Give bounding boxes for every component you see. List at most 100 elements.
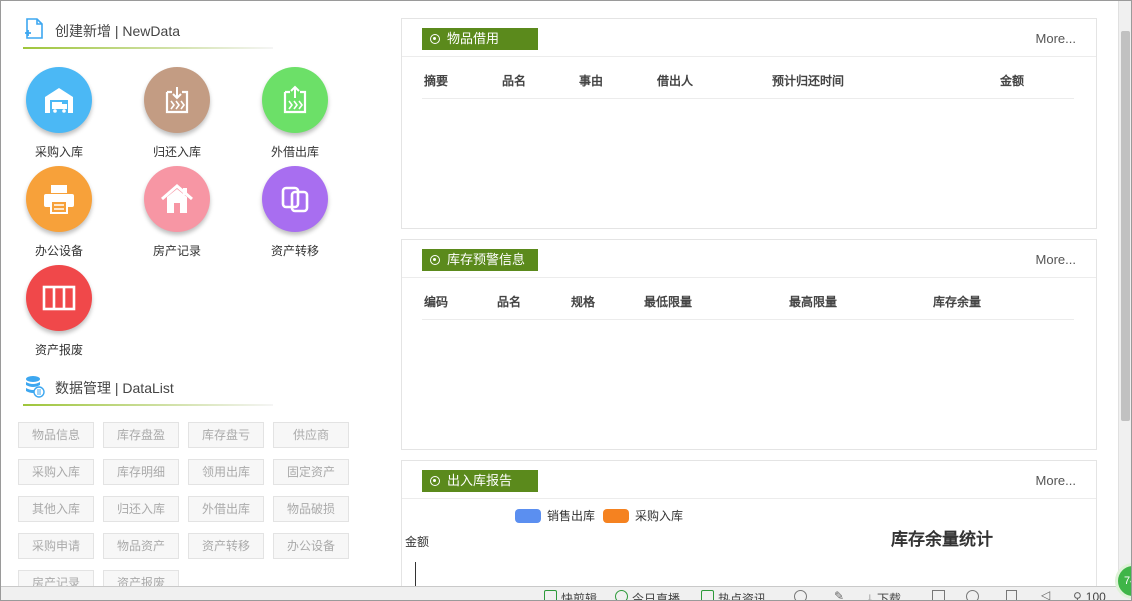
- hot-news-button[interactable]: 热点资讯: [701, 590, 766, 600]
- tile-label: 归还入库: [152, 145, 201, 159]
- tile-return-in[interactable]: 归还入库: [122, 67, 232, 163]
- data-list-button[interactable]: 物品破损: [273, 496, 349, 522]
- tile-purchase-in[interactable]: 采购入库: [4, 67, 114, 163]
- data-list-button[interactable]: 采购入库: [18, 459, 94, 485]
- tile-circle: [26, 67, 92, 133]
- news-icon: [701, 590, 714, 600]
- column-header: 事由: [579, 74, 604, 88]
- globe-icon[interactable]: [794, 590, 807, 600]
- data-list-button[interactable]: 外借出库: [188, 496, 264, 522]
- play-icon: [615, 590, 628, 600]
- app-frame: 创建新增 | NewData 采购入库 归还入库 外借出库 办公设备 房产记录 …: [0, 0, 1132, 601]
- tile-asset-scrap[interactable]: 资产报废: [4, 265, 114, 361]
- tile-lend-out[interactable]: 外借出库: [240, 67, 350, 163]
- panel-title: 出入库报告: [447, 473, 513, 488]
- column-header: 最低限量: [644, 295, 693, 309]
- column-header: 预计归还时间: [772, 74, 845, 88]
- new-section-title: 创建新增 | NewData: [55, 23, 180, 39]
- tile-asset-transfer[interactable]: 资产转移: [240, 166, 350, 262]
- panel-title-tag: 出入库报告: [422, 470, 538, 492]
- legend-item-purchase-in[interactable]: 采购入库: [603, 507, 683, 524]
- download-button[interactable]: ↓ 下载: [867, 590, 901, 600]
- tile-label: 采购入库: [34, 145, 83, 159]
- panel-inout-report: 出入库报告 More... 销售出库 采购入库 库存余量统计 金额: [401, 460, 1097, 590]
- warehouse-truck-icon: [45, 88, 73, 113]
- panel-title-tag: 物品借用: [422, 28, 538, 50]
- panel-title: 库存预警信息: [447, 252, 526, 267]
- column-header: 规格: [571, 295, 596, 309]
- chart-title: 库存余量统计: [891, 530, 993, 549]
- browser-icon[interactable]: [966, 590, 979, 600]
- data-section-divider: [23, 404, 273, 406]
- data-list-button[interactable]: 其他入库: [18, 496, 94, 522]
- data-list-button[interactable]: 归还入库: [103, 496, 179, 522]
- vertical-scrollbar[interactable]: [1118, 1, 1131, 587]
- data-list-button[interactable]: 办公设备: [273, 533, 349, 559]
- quick-edit-button[interactable]: 快剪辑: [544, 590, 598, 601]
- new-file-icon: [23, 17, 45, 46]
- legend-swatch: [603, 508, 629, 523]
- panel-header: 库存预警信息 More...: [402, 240, 1096, 278]
- data-list-button[interactable]: 领用出库: [188, 459, 264, 485]
- legend-label: 销售出库: [547, 509, 596, 523]
- tile-circle: [26, 166, 92, 232]
- status-item-label: 快剪辑: [561, 592, 598, 601]
- data-list-button[interactable]: 库存盘亏: [188, 422, 264, 448]
- live-today-button[interactable]: 今日直播: [615, 590, 681, 601]
- data-list-button[interactable]: 采购申请: [18, 533, 94, 559]
- chart-y-axis-label: 金额: [405, 535, 430, 549]
- left-column: 创建新增 | NewData 采购入库 归还入库 外借出库 办公设备 房产记录 …: [1, 1, 391, 596]
- tile-label: 资产报废: [34, 343, 83, 357]
- panel-item-borrow: 物品借用 More... 摘要 品名 事由 借出人 预计归还时间 金额: [401, 18, 1097, 229]
- data-list-button[interactable]: 固定资产: [273, 459, 349, 485]
- column-header: 金额: [1000, 74, 1025, 88]
- zoom-level[interactable]: ⚲ 100: [1073, 590, 1106, 601]
- data-list-button[interactable]: 库存盘盈: [103, 422, 179, 448]
- data-section-title: 数据管理 | DataList: [55, 380, 174, 396]
- window-icon[interactable]: [932, 590, 945, 600]
- lend-box-icon: [283, 85, 307, 114]
- circle-dot-icon: [430, 255, 440, 265]
- chart-y-axis-line: [415, 562, 416, 588]
- magnifier-icon: ⚲: [1073, 590, 1082, 601]
- speaker-icon[interactable]: ◁: [1041, 588, 1050, 600]
- printer-icon: [44, 185, 74, 214]
- circle-dot-icon: [430, 34, 440, 44]
- new-section-header: 创建新增 | NewData: [23, 17, 180, 46]
- more-link[interactable]: More...: [1036, 31, 1076, 46]
- column-header: 库存余量: [933, 295, 982, 309]
- data-list-button[interactable]: 库存明细: [103, 459, 179, 485]
- data-list-button[interactable]: 供应商: [273, 422, 349, 448]
- scrollbar-thumb[interactable]: [1121, 31, 1130, 421]
- more-link[interactable]: More...: [1036, 473, 1076, 488]
- legend-label: 采购入库: [635, 509, 684, 523]
- table-header: 摘要 品名 事由 借出人 预计归还时间 金额: [422, 57, 1074, 99]
- data-list-button[interactable]: 资产转移: [188, 533, 264, 559]
- house-icon: [161, 184, 193, 213]
- more-link[interactable]: More...: [1036, 252, 1076, 267]
- transfer-icon: [281, 186, 309, 213]
- table-header: 编码 品名 规格 最低限量 最高限量 库存余量: [422, 278, 1074, 320]
- data-section-header: 数据管理 | DataList: [23, 375, 174, 401]
- panel-header: 物品借用 More...: [402, 19, 1096, 57]
- scrap-icon: [42, 285, 76, 311]
- legend-swatch: [515, 508, 541, 523]
- tile-circle: [26, 265, 92, 331]
- data-list-button[interactable]: 物品信息: [18, 422, 94, 448]
- column-header: 摘要: [424, 74, 449, 88]
- column-header: 编码: [424, 295, 449, 309]
- data-list-button[interactable]: 物品资产: [103, 533, 179, 559]
- panel-stock-alert: 库存预警信息 More... 编码 品名 规格 最低限量 最高限量 库存余量: [401, 239, 1097, 450]
- legend-item-sales-out[interactable]: 销售出库: [515, 507, 595, 524]
- panel-title: 物品借用: [447, 31, 500, 46]
- tile-circle: [262, 166, 328, 232]
- pin-icon[interactable]: ✎: [834, 589, 844, 600]
- column-header: 品名: [502, 74, 527, 88]
- status-item-label: 今日直播: [632, 592, 681, 601]
- tile-property-record[interactable]: 房产记录: [122, 166, 232, 262]
- column-header: 最高限量: [789, 295, 838, 309]
- tile-label: 资产转移: [270, 244, 319, 258]
- tile-circle: [144, 67, 210, 133]
- page-icon[interactable]: [1006, 590, 1017, 600]
- tile-office-equipment[interactable]: 办公设备: [4, 166, 114, 262]
